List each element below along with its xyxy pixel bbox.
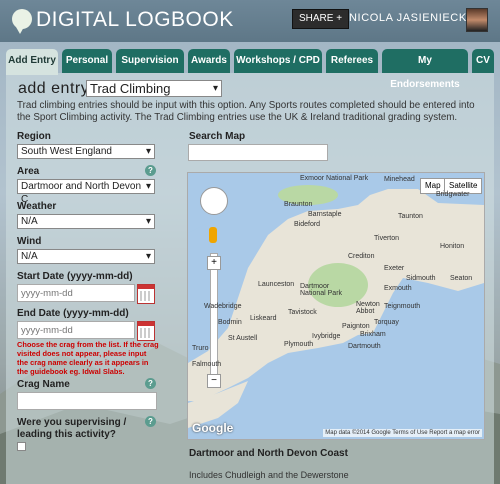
- area-help-icon[interactable]: ?: [145, 165, 156, 176]
- map-place-label: Wadebridge: [204, 303, 242, 310]
- crag-warning-text: Choose the crag from the list. If the cr…: [17, 340, 159, 376]
- tab-cv[interactable]: CV: [472, 49, 494, 73]
- region-label: Region: [17, 131, 51, 142]
- start-calendar-icon[interactable]: [137, 284, 155, 304]
- map-place-label: Tiverton: [374, 235, 400, 242]
- wind-label: Wind: [17, 236, 42, 247]
- tab-personal[interactable]: Personal: [62, 49, 112, 73]
- map-place-label: Newton Abbot: [356, 301, 380, 315]
- entry-type-select[interactable]: Trad Climbing: [86, 80, 222, 97]
- tab-referees[interactable]: Referees: [326, 49, 378, 73]
- map-place-label: Bideford: [294, 221, 321, 228]
- entry-intro-text: Trad climbing entries should be input wi…: [17, 100, 475, 123]
- region-select[interactable]: South West England: [17, 144, 155, 159]
- crag-name-input[interactable]: [17, 392, 157, 410]
- street-view-pegman-icon[interactable]: [209, 227, 217, 243]
- supervising-help-icon[interactable]: ?: [145, 416, 156, 427]
- end-date-input[interactable]: [17, 321, 135, 339]
- map-place-label: Bridgwater: [436, 191, 470, 198]
- map-place-label: Braunton: [284, 201, 313, 208]
- tab-awards[interactable]: Awards: [188, 49, 230, 73]
- map-place-label: Sidmouth: [406, 275, 436, 282]
- map-place-label: Plymouth: [284, 341, 314, 348]
- weather-select[interactable]: N/A: [17, 214, 155, 229]
- map-place-label: Minehead: [384, 176, 415, 183]
- tab-add-entry[interactable]: Add Entry: [6, 49, 58, 75]
- map-place-label: Honiton: [440, 243, 465, 250]
- area-description: Includes Chudleigh and the Dewerstone: [189, 470, 349, 480]
- map-place-label: Exmouth: [384, 285, 412, 292]
- tab-my-endorsements[interactable]: My Endorsements: [382, 49, 468, 90]
- map-place-label: Seaton: [450, 275, 473, 282]
- map-place-label: Tavistock: [288, 309, 317, 316]
- map-attribution[interactable]: Map data ©2014 Google Terms of Use Repor…: [323, 429, 482, 437]
- end-calendar-icon[interactable]: [137, 321, 155, 341]
- map-place-label: Launceston: [258, 281, 295, 288]
- speech-bubble-logo-icon: [12, 9, 32, 34]
- map-place-label: Barnstaple: [308, 211, 342, 218]
- crag-name-label: Crag Name: [17, 379, 70, 390]
- weather-label: Weather: [17, 201, 57, 212]
- map-view[interactable]: Map Satellite + − Exmoor National Park M…: [187, 172, 485, 440]
- google-logo: Google: [192, 421, 234, 435]
- search-map-label: Search Map: [189, 131, 246, 142]
- map-zoom-in-button[interactable]: +: [207, 256, 221, 270]
- area-select[interactable]: Dartmoor and North Devon C: [17, 179, 155, 205]
- start-date-label: Start Date (yyyy-mm-dd): [17, 271, 133, 282]
- map-place-label: St Austell: [228, 335, 258, 342]
- map-place-label: Paignton: [342, 323, 370, 330]
- supervising-checkbox[interactable]: [17, 442, 26, 451]
- wind-select[interactable]: N/A: [17, 249, 155, 264]
- app-title: DIGITAL LOGBOOK: [36, 8, 234, 31]
- share-button[interactable]: SHARE +: [292, 9, 350, 29]
- map-place-label: Exeter: [384, 265, 405, 272]
- map-place-label: Taunton: [398, 213, 423, 220]
- map-place-label: Teignmouth: [384, 303, 421, 310]
- crag-help-icon[interactable]: ?: [145, 378, 156, 389]
- search-map-input[interactable]: [188, 144, 328, 161]
- map-place-label: Crediton: [348, 253, 375, 260]
- map-place-label: Dartmouth: [348, 343, 381, 350]
- map-zoom-out-button[interactable]: −: [207, 374, 221, 388]
- tab-workshops-cpd[interactable]: Workshops / CPD: [234, 49, 322, 73]
- avatar[interactable]: [466, 8, 488, 32]
- supervising-label: Were you supervising / leading this acti…: [17, 417, 127, 440]
- map-pan-control-icon[interactable]: [200, 187, 228, 215]
- map-place-label: Dartmoor National Park: [300, 283, 343, 297]
- add-entry-heading: add entry: [18, 80, 90, 97]
- user-name[interactable]: NICOLA JASIENIECKA: [349, 12, 475, 24]
- map-place-label: Brixham: [360, 331, 386, 338]
- map-place-label: Exmoor National Park: [300, 175, 369, 182]
- map-place-label: Falmouth: [192, 361, 222, 368]
- map-place-label: Bodmin: [218, 319, 242, 326]
- area-title: Dartmoor and North Devon Coast: [189, 448, 348, 459]
- end-date-label: End Date (yyyy-mm-dd): [17, 308, 129, 319]
- map-place-label: Truro: [192, 345, 209, 352]
- map-place-label: Ivybridge: [312, 333, 341, 340]
- app-header: DIGITAL LOGBOOK SHARE + NICOLA JASIENIEC…: [0, 0, 500, 42]
- start-date-input[interactable]: [17, 284, 135, 302]
- map-place-label: Liskeard: [250, 315, 277, 322]
- area-label: Area: [17, 166, 40, 177]
- tab-supervision[interactable]: Supervision: [116, 49, 184, 73]
- map-place-label: Torquay: [374, 319, 399, 326]
